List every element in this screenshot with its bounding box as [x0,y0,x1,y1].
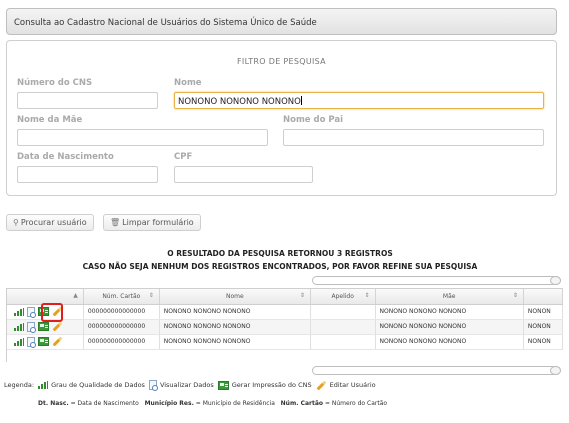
pai-input[interactable] [283,129,544,146]
grid-header-row: ▲ Núm. Cartão ⇕ Nome ⇕ Apelido ⇕ Mãe ⇕ [7,289,563,305]
print-cns-icon[interactable] [38,322,49,331]
page-title: Consulta ao Cadastro Nacional de Usuário… [14,18,317,28]
page-title-bar: Consulta ao Cadastro Nacional de Usuário… [6,8,557,35]
legend: Legenda: Grau de Qualidade de Dados Visu… [4,380,376,391]
results-grid: ▲ Núm. Cartão ⇕ Nome ⇕ Apelido ⇕ Mãe ⇕ 00000… [6,288,563,362]
nome-input[interactable]: NONONO NONONO NONONO [174,92,544,109]
filter-panel: FILTRO DE PESQUISA Número do CNS Nome NO… [6,40,557,196]
col-apelido-label: Apelido [331,292,354,300]
pai-label: Nome do Pai [283,115,344,125]
trash-icon: 🗑 [110,218,121,227]
col-extra-header[interactable] [523,289,563,305]
cell-cartao: 000000000000000 [83,334,160,350]
sort-icon: ⇕ [148,292,154,299]
scrollbar-handle[interactable] [550,366,561,375]
clear-button[interactable]: 🗑 Limpar formulário [103,214,201,231]
col-mae-header[interactable]: Mãe ⇕ [375,289,524,305]
quality-bars-icon[interactable] [14,307,24,316]
col-nome-label: Nome [225,292,244,300]
search-button-label: Procurar usuário [20,218,87,227]
nome-label: Nome [174,78,202,88]
cns-label: Número do CNS [17,78,93,88]
view-data-icon [148,380,158,391]
print-cns-icon [217,380,229,390]
mae-input[interactable] [17,129,268,146]
edit-user-icon[interactable] [52,321,63,332]
edit-user-icon [316,380,327,390]
text-caret [300,96,302,105]
cell-extra: NONON [523,319,563,335]
view-data-icon[interactable] [27,336,36,348]
print-icon-highlight [41,303,63,322]
cell-extra: NONON [523,334,563,350]
sort-icon: ⇕ [299,292,305,299]
sort-icon: ⇕ [364,292,370,299]
abbr-mun-val: = Município de Residência [195,400,275,407]
legend-prefix: Legenda: [4,381,35,389]
cpf-input[interactable] [174,166,313,183]
mae-label: Nome da Mãe [17,115,83,125]
cell-nome: NONONO NONONO NONONO [159,319,311,335]
magnifier-icon: ⚲ [13,218,19,227]
cpf-label: CPF [174,152,193,162]
table-row[interactable]: 000000000000000 NONONO NONONO NONONO NON… [7,304,563,320]
legend-print: Gerar Impressão do CNS [231,381,312,389]
cell-extra: NONON [523,304,563,320]
abbr-nasc-val: = Data de Nascimento [70,400,139,407]
cell-apelido [310,334,376,350]
col-mae-label: Mãe [442,292,456,300]
legend-edit: Editar Usuário [329,381,376,389]
abbr-nasc-key: Dt. Nasc. [38,400,69,407]
nasc-input[interactable] [17,166,158,183]
abbr-cartao-val: = Número do Cartão [324,400,388,407]
horizontal-scrollbar-top[interactable] [312,276,561,285]
result-count-text: O RESULTADO DA PESQUISA RETORNOU 3 REGIS… [167,249,393,258]
print-cns-icon[interactable] [38,337,49,346]
legend-view: Visualizar Dados [159,381,214,389]
cell-nome: NONONO NONONO NONONO [159,334,311,350]
nasc-label: Data de Nascimento [17,152,114,162]
horizontal-scrollbar-bottom[interactable] [312,366,561,375]
scrollbar-handle[interactable] [550,276,561,285]
cell-apelido [310,304,376,320]
col-nome-header[interactable]: Nome ⇕ [159,289,311,305]
quality-bars-icon[interactable] [14,337,24,346]
cell-mae: NONONO NONONO NONONO [375,304,524,320]
filter-title: FILTRO DE PESQUISA [237,57,326,66]
cell-mae: NONONO NONONO NONONO [375,334,524,350]
col-apelido-header[interactable]: Apelido ⇕ [310,289,376,305]
cns-input[interactable] [17,92,158,109]
quality-bars-icon[interactable] [14,322,24,331]
cell-cartao: 000000000000000 [83,319,160,335]
col-actions-header[interactable]: ▲ [7,289,84,305]
result-hint-text: CASO NÃO SEJA NENHUM DOS REGISTROS ENCON… [82,262,478,271]
table-row[interactable]: 000000000000000 NONONO NONONO NONONO NON… [7,319,563,335]
edit-user-icon[interactable] [52,336,63,347]
view-data-icon[interactable] [27,306,36,318]
cell-cartao: 000000000000000 [83,304,160,320]
cell-mae: NONONO NONONO NONONO [375,319,524,335]
sort-asc-icon: ▲ [73,292,78,299]
abbr-mun-key: Município Res. [144,400,194,407]
quality-bars-icon [38,381,49,389]
abbr-cartao-key: Núm. Cartão [280,400,324,407]
col-cartao-label: Núm. Cartão [102,292,141,300]
view-data-icon[interactable] [27,321,36,333]
clear-button-label: Limpar formulário [122,218,194,227]
abbreviations-note: Dt. Nasc. = Data de Nascimento Município… [38,400,387,407]
search-button[interactable]: ⚲ Procurar usuário [6,214,94,231]
cell-apelido [310,319,376,335]
sort-icon: ⇕ [512,292,518,299]
table-row[interactable]: 000000000000000 NONONO NONONO NONONO NON… [7,334,563,350]
col-cartao-header[interactable]: Núm. Cartão ⇕ [83,289,160,305]
cell-nome: NONONO NONONO NONONO [159,304,311,320]
nome-input-value: NONONO NONONO NONONO [178,97,301,107]
legend-quality: Grau de Qualidade de Dados [51,381,145,389]
